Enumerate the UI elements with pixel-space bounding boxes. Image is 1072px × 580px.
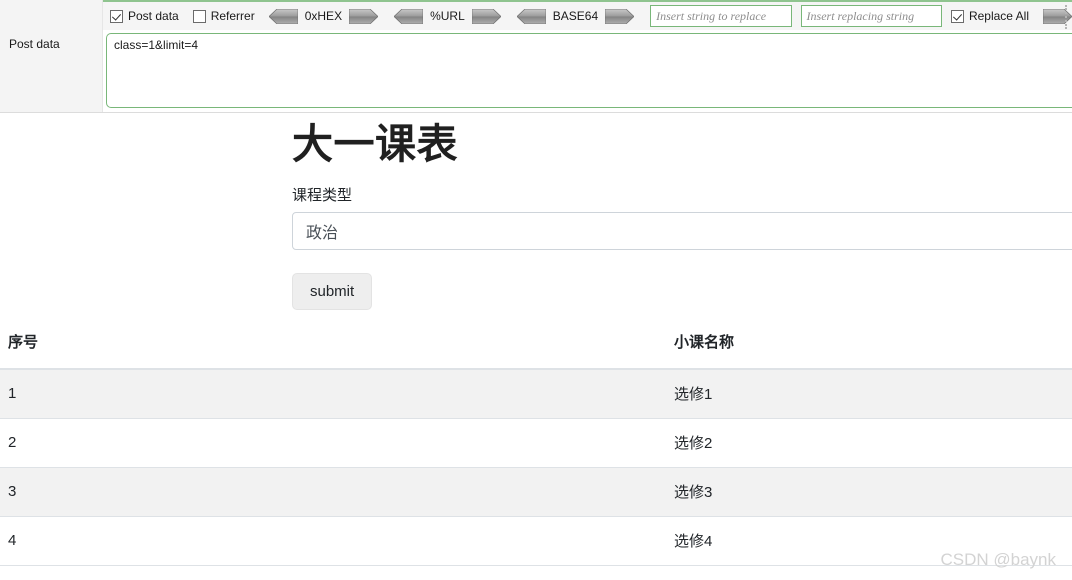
replace-all-checkbox-label: Replace All: [968, 9, 1029, 23]
replace-from-input[interactable]: Insert string to replace: [650, 5, 792, 27]
course-type-label: 课程类型: [292, 187, 353, 205]
table-header-row: 序号 小课名称: [0, 315, 1072, 370]
course-type-input[interactable]: 政治: [292, 212, 1072, 251]
replace-to-input[interactable]: Insert replacing string: [800, 5, 942, 27]
table-row[interactable]: 2 选修2: [0, 418, 1072, 468]
column-header-index: 序号: [0, 315, 666, 370]
cell-name: 选修1: [666, 369, 1072, 419]
table-row[interactable]: 3 选修3: [0, 467, 1072, 517]
course-table: 序号 小课名称 1 选修1 2 选修2 3 选修3 4 选修4: [0, 315, 1072, 566]
checkbox-referrer[interactable]: Referrer: [192, 9, 255, 23]
cell-name: 选修2: [666, 418, 1072, 468]
post-data-checkbox-icon[interactable]: [110, 9, 123, 23]
checkbox-replace-all[interactable]: Replace All: [950, 9, 1029, 23]
converter-group-base64: BASE64: [516, 8, 635, 24]
submit-button[interactable]: submit: [292, 273, 373, 311]
post-data-checkbox-label: Post data: [128, 9, 179, 23]
converter-group-hex: 0xHEX: [268, 8, 379, 24]
chevron-right-button-url[interactable]: [471, 8, 501, 24]
column-header-name: 小课名称: [666, 315, 1072, 370]
cell-index: 2: [0, 418, 666, 468]
page-title: 大一课表: [292, 121, 458, 167]
chevron-left-button-base64[interactable]: [516, 8, 546, 24]
table-row[interactable]: 4 选修4: [0, 516, 1072, 566]
cell-index: 4: [0, 516, 666, 566]
post-data-textarea[interactable]: class=1&limit=4: [106, 33, 1072, 108]
referrer-checkbox-icon[interactable]: [192, 9, 206, 23]
chevron-right-button-base64[interactable]: [605, 8, 635, 24]
referrer-checkbox-label: Referrer: [210, 9, 255, 23]
cell-index: 1: [0, 369, 666, 419]
converter-group-url: %URL: [394, 8, 501, 24]
converter-label-url: %URL: [430, 9, 465, 23]
chevron-right-button-hex[interactable]: [349, 8, 379, 24]
replace-all-checkbox-icon[interactable]: [950, 9, 964, 23]
checkbox-post-data[interactable]: Post data: [110, 9, 179, 23]
cell-index: 3: [0, 467, 666, 517]
chevron-left-button-url[interactable]: [394, 8, 424, 24]
chevron-left-button-hex[interactable]: [268, 8, 298, 24]
cell-name: 选修4: [666, 516, 1072, 566]
toolbar-grip-icon[interactable]: [1065, 5, 1070, 29]
post-data-label: Post data: [9, 37, 60, 51]
table-row[interactable]: 1 选修1: [0, 369, 1072, 419]
converter-label-hex: 0xHEX: [304, 9, 343, 23]
cell-name: 选修3: [666, 467, 1072, 517]
web-page-content: 大一课表 课程类型 政治 submit 序号 小课名称 1 选修1 2 选修2 …: [0, 114, 1072, 580]
converter-label-base64: BASE64: [552, 9, 599, 23]
form-section: 大一课表 课程类型 政治 submit: [292, 114, 1072, 311]
converter-toolbar: Post data Referrer 0xHEX %URL BASE64 Ins…: [103, 0, 1072, 30]
post-data-label-column: Post data: [0, 0, 103, 112]
http-tool-panel: Post data Post data Referrer 0xHEX %URL …: [0, 0, 1072, 113]
